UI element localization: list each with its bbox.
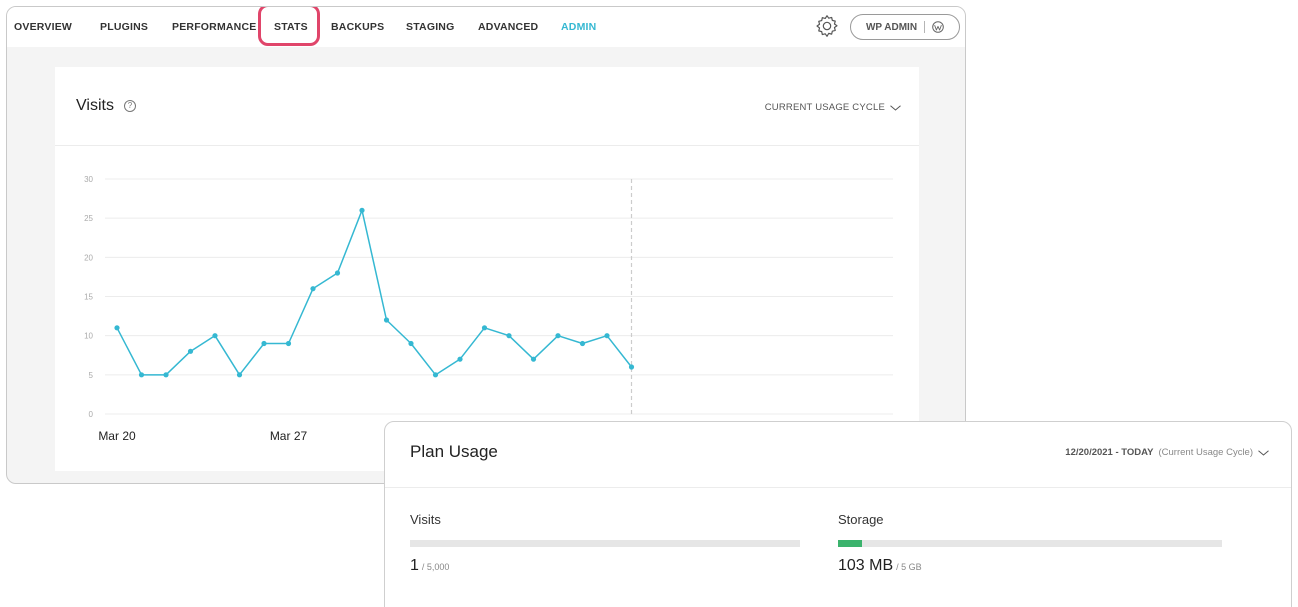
y-tick-label: 20 xyxy=(84,253,93,262)
plan-cycle-dropdown[interactable]: 12/20/2021 - TODAY (Current Usage Cycle) xyxy=(1065,447,1269,458)
data-point xyxy=(506,333,512,339)
data-point xyxy=(138,372,145,378)
data-point xyxy=(114,325,120,331)
visits-series-line xyxy=(116,209,633,376)
data-point xyxy=(604,333,610,339)
x-tick-label: Mar 20 xyxy=(98,429,136,443)
data-point xyxy=(555,333,561,339)
data-point xyxy=(408,340,414,347)
data-point xyxy=(163,372,169,378)
data-point xyxy=(481,325,488,331)
plan-cycle-date: 12/20/2021 - TODAY xyxy=(1065,447,1154,458)
storage-usage-amount: 103 MB xyxy=(838,557,894,574)
wp-admin-button[interactable]: WP ADMIN xyxy=(850,14,960,40)
visits-usage-value: 1/ 5,000 xyxy=(410,557,449,575)
top-navigation: OVERVIEW PLUGINS PERFORMANCE STATS BACKU… xyxy=(7,7,965,47)
visits-usage-count: 1 xyxy=(410,557,419,574)
nav-tab-plugins[interactable]: PLUGINS xyxy=(100,21,148,33)
visits-card: Visits ? CURRENT USAGE CYCLE 0 5 10 15 20 25 3… xyxy=(55,67,919,471)
visits-usage-limit: / 5,000 xyxy=(421,562,450,572)
data-point xyxy=(212,333,218,339)
storage-usage-fill xyxy=(838,540,862,547)
site-dashboard-window: OVERVIEW PLUGINS PERFORMANCE STATS BACKU… xyxy=(6,6,966,484)
y-tick-label: 5 xyxy=(89,371,94,380)
data-point xyxy=(285,340,292,347)
data-point xyxy=(236,372,243,378)
visits-line-chart: 0 5 10 15 20 25 30 Mar 20 Mar 27 xyxy=(84,175,893,443)
wordpress-icon xyxy=(932,21,944,33)
data-point xyxy=(310,286,316,292)
y-tick-label: 15 xyxy=(84,293,93,302)
plan-usage-title: Plan Usage xyxy=(410,442,498,461)
data-point xyxy=(579,340,586,347)
storage-usage-limit: / 5 GB xyxy=(896,562,922,572)
x-tick-label: Mar 27 xyxy=(270,429,308,443)
plan-divider xyxy=(385,487,1291,488)
gear-icon[interactable] xyxy=(814,13,840,39)
nav-tab-advanced[interactable]: ADVANCED xyxy=(478,21,538,33)
data-point xyxy=(187,348,194,354)
data-point xyxy=(432,372,439,378)
visits-usage-label: Visits xyxy=(410,512,441,527)
storage-usage-bar xyxy=(838,540,1222,547)
y-tick-label: 30 xyxy=(84,175,93,184)
nav-tab-stats[interactable]: STATS xyxy=(271,21,311,45)
data-point xyxy=(334,270,341,276)
nav-tab-overview[interactable]: OVERVIEW xyxy=(14,21,72,33)
wp-admin-label: WP ADMIN xyxy=(865,21,918,33)
data-point xyxy=(628,364,635,370)
nav-tab-admin[interactable]: ADMIN xyxy=(561,21,596,33)
chevron-down-icon xyxy=(1258,449,1269,456)
data-point xyxy=(359,207,365,213)
plan-cycle-suffix: (Current Usage Cycle) xyxy=(1158,447,1254,458)
data-point xyxy=(457,356,463,362)
storage-usage-value: 103 MB/ 5 GB xyxy=(838,557,922,575)
storage-usage-label: Storage xyxy=(838,512,884,527)
y-tick-label: 25 xyxy=(84,214,93,223)
nav-tab-performance[interactable]: PERFORMANCE xyxy=(172,21,256,33)
data-point xyxy=(261,340,267,347)
data-point xyxy=(530,356,537,362)
nav-tab-staging[interactable]: STAGING xyxy=(406,21,454,33)
y-tick-label: 10 xyxy=(84,332,93,341)
data-point xyxy=(383,317,390,323)
visits-usage-bar xyxy=(410,540,800,547)
plan-usage-card: Plan Usage 12/20/2021 - TODAY (Current U… xyxy=(384,421,1292,607)
nav-tab-backups[interactable]: BACKUPS xyxy=(331,21,384,33)
y-tick-label: 0 xyxy=(89,410,94,419)
button-divider xyxy=(924,21,926,33)
